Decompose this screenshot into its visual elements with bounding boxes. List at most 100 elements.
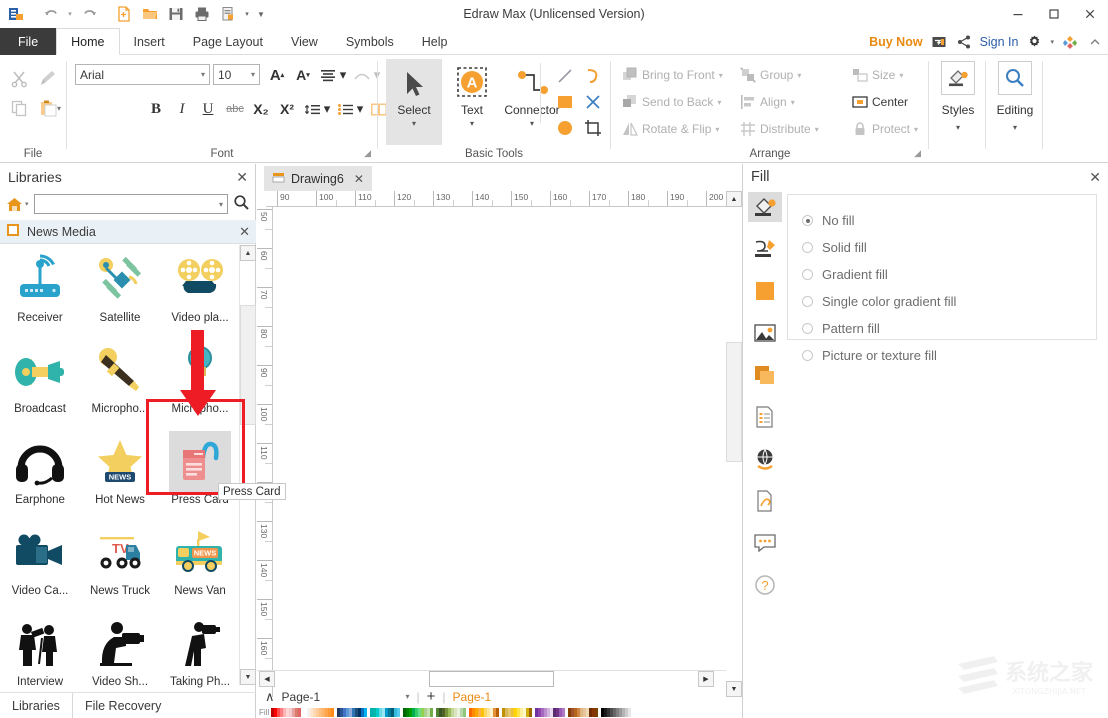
tab-file[interactable]: File (0, 28, 57, 55)
library-item-taking-photo[interactable]: Taking Ph... (160, 609, 240, 700)
library-item-video-shooting[interactable]: Video Sh... (80, 609, 160, 700)
text-tool-button[interactable]: A Text ▾ (444, 59, 500, 145)
protect-caret-icon[interactable]: ▾ (914, 125, 918, 134)
fill-option-picture-or-texture-fill[interactable]: Picture or texture fill (802, 342, 1096, 369)
grow-font-button[interactable]: A ▴ (265, 63, 289, 87)
center-button[interactable]: Center (851, 90, 908, 114)
font-name-input[interactable]: Arial ▾ (75, 64, 210, 85)
color-swatches[interactable] (271, 707, 634, 717)
send-to-back-caret-icon[interactable]: ▾ (717, 98, 721, 107)
font-dialog-launcher[interactable]: ◢ (364, 148, 371, 159)
paste-dropdown-icon[interactable]: ▾ (54, 95, 64, 121)
font-size-input[interactable]: 10 ▾ (213, 64, 260, 85)
arc-tool-icon[interactable] (580, 63, 606, 89)
picture-fill-icon[interactable] (748, 318, 782, 348)
gear-icon[interactable] (1025, 33, 1043, 51)
libraries-search-icon[interactable] (233, 194, 250, 214)
underline-button[interactable]: U (197, 97, 219, 121)
apps-grid-icon[interactable] (1061, 33, 1079, 51)
library-item-video-player[interactable]: Video pla... (160, 245, 240, 336)
libraries-search-input[interactable]: ▾ (33, 194, 228, 214)
editing-caret-icon[interactable]: ▾ (1013, 123, 1017, 132)
line-spacing-button[interactable] (301, 97, 323, 121)
rotate-flip-button[interactable]: Rotate & Flip ▾ (621, 117, 719, 141)
collapse-ribbon-icon[interactable] (1086, 33, 1104, 51)
tab-page-layout[interactable]: Page Layout (179, 28, 277, 55)
radio-solid-fill[interactable] (802, 242, 813, 253)
print-icon[interactable] (190, 2, 214, 26)
radio-gradient-fill[interactable] (802, 269, 813, 280)
library-item-news-van[interactable]: NEWS News Van (160, 518, 240, 609)
crop-tool-icon[interactable] (580, 115, 606, 141)
libraries-search-caret-icon[interactable]: ▾ (219, 200, 223, 209)
radio-no-fill[interactable] (802, 215, 813, 226)
text-tool-caret-icon[interactable]: ▾ (470, 119, 474, 128)
bold-button[interactable]: B (145, 97, 167, 121)
group-caret-icon[interactable]: ▾ (797, 71, 801, 80)
hyperlink-globe-icon[interactable] (748, 444, 782, 474)
home-caret-icon[interactable]: ▾ (25, 200, 29, 208)
library-item-hot-news[interactable]: NEWS Hot News (80, 427, 160, 518)
close-shape-tool-icon[interactable] (580, 89, 606, 115)
tab-insert[interactable]: Insert (120, 28, 179, 55)
connector-tool-caret-icon[interactable]: ▾ (530, 119, 534, 128)
rotate-flip-caret-icon[interactable]: ▾ (715, 125, 719, 134)
document-properties-icon[interactable] (748, 402, 782, 432)
libraries-close-icon[interactable]: ✕ (236, 169, 248, 186)
library-item-video-camera[interactable]: Video Ca... (0, 518, 80, 609)
styles-button[interactable]: Styles ▾ (930, 61, 986, 132)
library-category-close-icon[interactable]: ✕ (239, 224, 250, 240)
fill-icon[interactable] (748, 192, 782, 222)
library-item-news-truck[interactable]: TV News Truck (80, 518, 160, 609)
fill-option-pattern-fill[interactable]: Pattern fill (802, 315, 1096, 342)
align-button[interactable]: Align ▾ (739, 90, 795, 114)
size-button[interactable]: Size ▾ (851, 63, 903, 87)
libraries-scrollbar[interactable]: ▲ ▼ (239, 245, 256, 685)
library-category-header[interactable]: News Media ✕ (0, 220, 256, 244)
bring-to-front-caret-icon[interactable]: ▾ (719, 71, 723, 80)
protect-button[interactable]: Protect ▾ (851, 117, 918, 141)
library-item-satellite[interactable]: Satellite (80, 245, 160, 336)
bring-to-front-button[interactable]: Bring to Front ▾ (621, 63, 723, 87)
canvas-hscroll-thumb[interactable] (429, 671, 554, 687)
styles-caret-icon[interactable]: ▾ (956, 123, 960, 132)
new-file-icon[interactable] (112, 2, 136, 26)
select-tool-button[interactable]: Select ▾ (386, 59, 442, 145)
library-item-interview[interactable]: Interview (0, 609, 80, 700)
fill-option-no-fill[interactable]: No fill (802, 207, 1096, 234)
tab-file-recovery[interactable]: File Recovery (71, 692, 173, 718)
strikethrough-button[interactable]: abc (223, 97, 247, 121)
redo-icon[interactable] (77, 2, 101, 26)
tab-home[interactable]: Home (56, 28, 120, 55)
editing-button[interactable]: Editing ▾ (987, 61, 1043, 132)
canvas-scroll-right-button[interactable]: ▶ (698, 671, 714, 687)
libraries-scroll-up-button[interactable]: ▲ (240, 245, 256, 261)
radio-single-color-gradient-fill[interactable] (802, 296, 813, 307)
canvas-horizontal-scrollbar[interactable]: ◀ ▶ (257, 670, 726, 687)
select-tool-caret-icon[interactable]: ▾ (412, 119, 416, 128)
text-align-caret-icon[interactable]: ▾ (338, 63, 348, 87)
libraries-scroll-thumb[interactable] (240, 305, 256, 425)
ellipse-tool-icon[interactable] (552, 115, 578, 141)
maximize-button[interactable] (1036, 0, 1072, 28)
gear-caret-icon[interactable]: ▾ (1050, 38, 1054, 46)
cloud-save-icon[interactable] (930, 33, 948, 51)
radio-picture-or-texture-fill[interactable] (802, 350, 813, 361)
export-dropdown-icon[interactable]: ▾ (242, 2, 252, 26)
library-item-microphone[interactable]: Micropho... (80, 336, 160, 427)
fill-option-solid-fill[interactable]: Solid fill (802, 234, 1096, 261)
superscript-button[interactable]: X² (275, 97, 299, 121)
format-painter-button[interactable] (33, 65, 63, 91)
copy-button[interactable] (4, 95, 34, 121)
document-tab-drawing6[interactable]: Drawing6 ✕ (264, 166, 372, 191)
close-button[interactable] (1072, 0, 1108, 28)
line-tool-icon[interactable] (552, 63, 578, 89)
shadow-icon[interactable] (748, 360, 782, 390)
library-item-broadcast[interactable]: Broadcast (0, 336, 80, 427)
undo-icon[interactable] (39, 2, 63, 26)
share-icon[interactable] (955, 33, 973, 51)
italic-button[interactable]: I (171, 97, 193, 121)
minimize-button[interactable] (1000, 0, 1036, 28)
add-page-button[interactable]: + (427, 688, 436, 705)
canvas-scroll-left-button[interactable]: ◀ (259, 671, 275, 687)
